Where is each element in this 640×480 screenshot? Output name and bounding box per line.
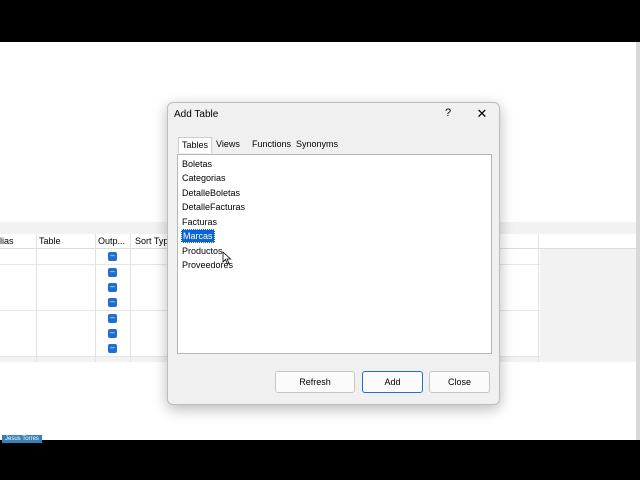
scrollbar-strip <box>636 42 640 440</box>
output-checkbox[interactable]: – <box>108 252 117 261</box>
output-checkbox[interactable]: – <box>108 344 117 353</box>
tab-functions[interactable]: Functions <box>249 137 294 152</box>
list-item[interactable]: Productos <box>181 245 224 257</box>
output-checkbox[interactable]: – <box>108 268 117 277</box>
grid-divider <box>95 234 96 362</box>
close-icon[interactable]: ✕ <box>474 106 490 122</box>
list-item[interactable]: DetalleFacturas <box>181 201 246 213</box>
refresh-button[interactable]: Refresh <box>275 371 355 393</box>
user-label: Jesus Torres <box>2 435 42 443</box>
add-button[interactable]: Add <box>362 371 423 393</box>
grid-divider <box>538 234 539 362</box>
output-checkbox[interactable]: – <box>108 298 117 307</box>
col-output-header: Outp... <box>98 236 126 246</box>
output-checkbox[interactable]: – <box>108 314 117 323</box>
tables-list[interactable]: Boletas Categorias DetalleBoletas Detall… <box>177 154 492 354</box>
list-item[interactable]: Boletas <box>181 158 213 170</box>
output-checkbox[interactable]: – <box>108 283 117 292</box>
list-item-selected[interactable]: Marcas <box>181 229 215 243</box>
list-item[interactable]: DetalleBoletas <box>181 187 241 199</box>
list-item[interactable]: Facturas <box>181 216 218 228</box>
close-button[interactable]: Close <box>429 371 490 393</box>
grid-divider <box>36 234 37 362</box>
add-table-dialog: Add Table ? ✕ Tables Views Functions Syn… <box>167 102 500 405</box>
col-table-header: Table <box>39 236 61 246</box>
tab-views[interactable]: Views <box>213 137 243 152</box>
grid-divider <box>130 234 131 362</box>
mouse-pointer-icon <box>222 251 232 265</box>
list-item[interactable]: Categorias <box>181 172 227 184</box>
col-sorttype-header: Sort Typ <box>135 236 169 246</box>
tab-tables[interactable]: Tables <box>178 137 213 153</box>
help-icon[interactable]: ? <box>442 107 454 121</box>
dialog-title: Add Table <box>174 109 219 120</box>
col-alias-header: lias <box>0 236 14 246</box>
output-checkbox[interactable]: – <box>108 329 117 338</box>
tab-synonyms[interactable]: Synonyms <box>293 137 341 152</box>
